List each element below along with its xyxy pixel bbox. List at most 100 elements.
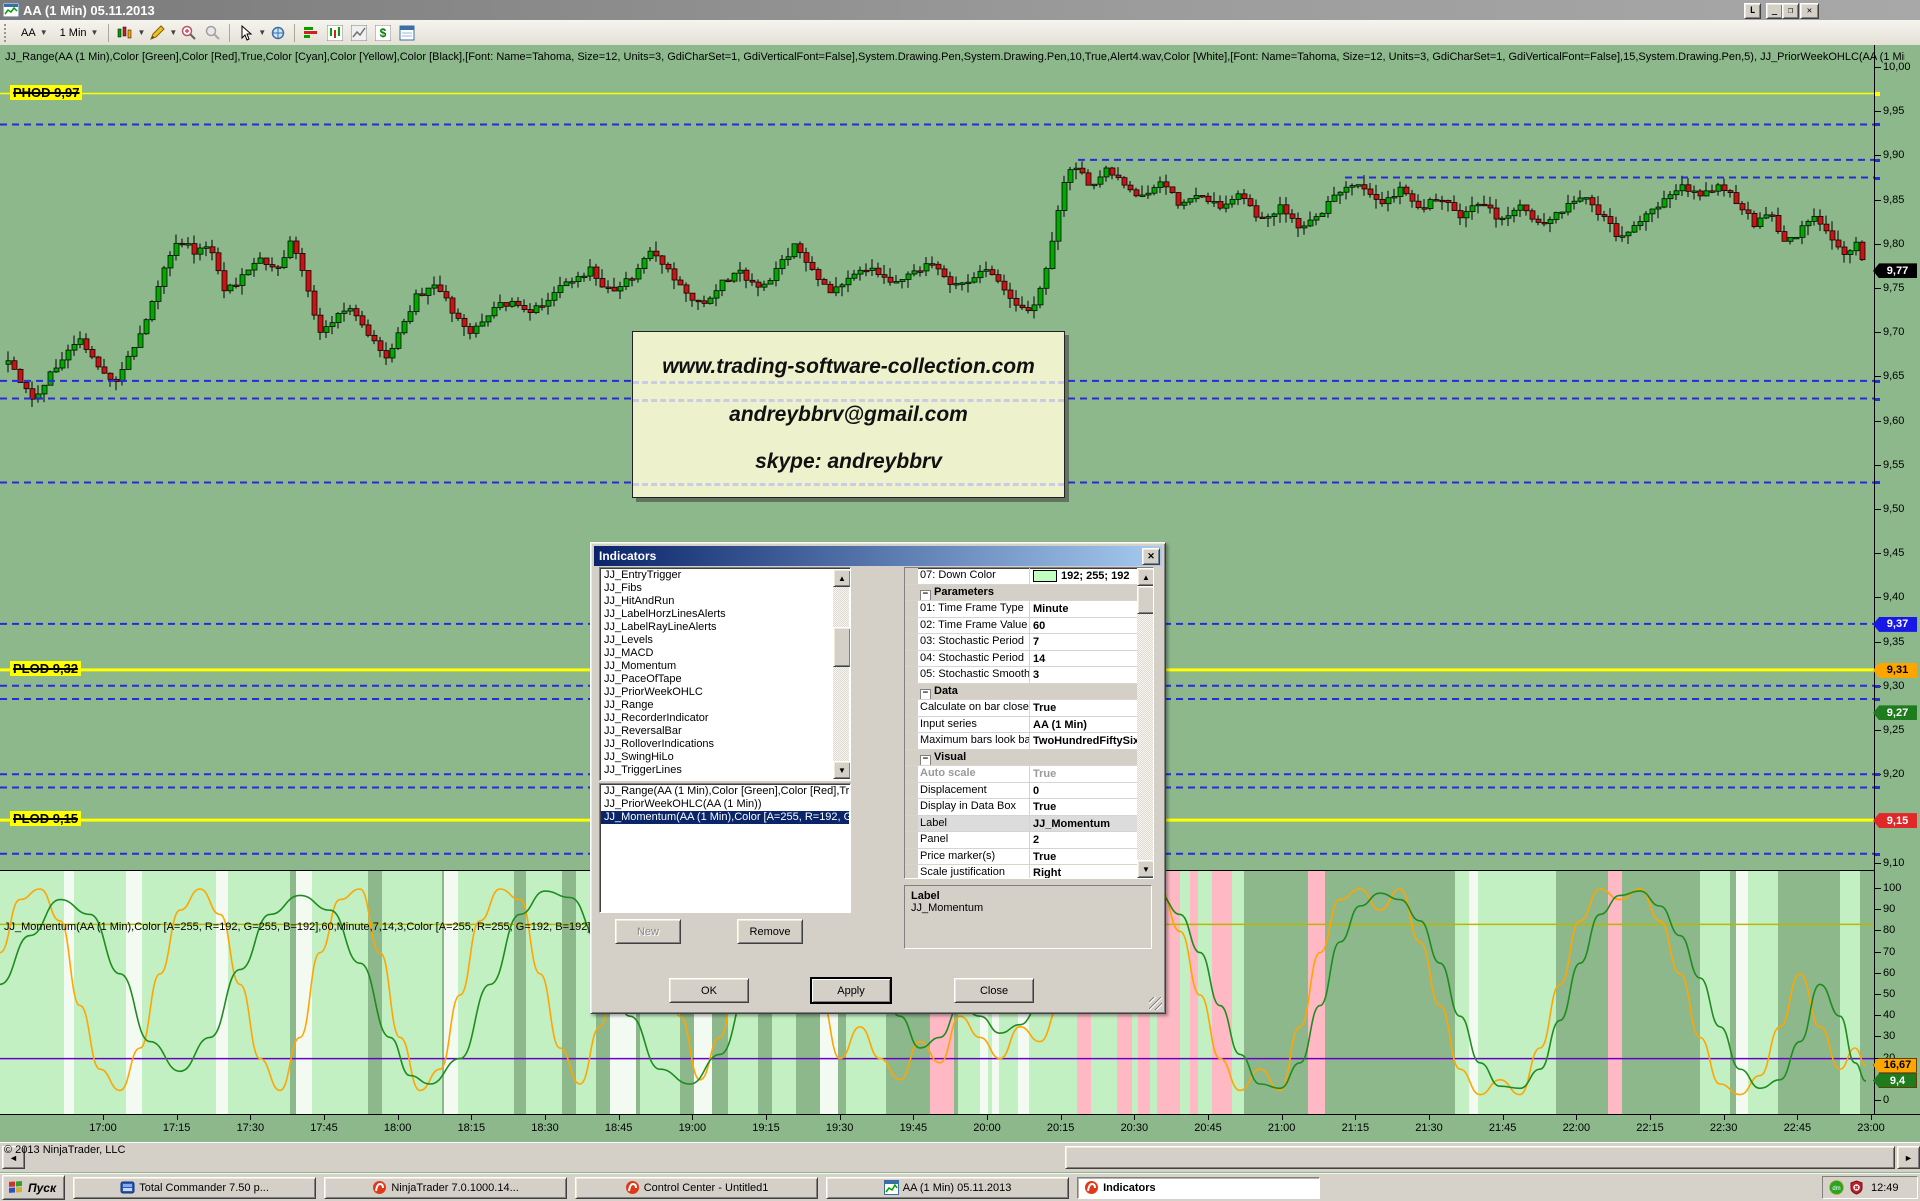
- time-tick-label: 19:30: [820, 1122, 860, 1134]
- scrollbar-thumb[interactable]: [1065, 1146, 1895, 1169]
- taskbar-task-control-center-untitled1[interactable]: Control Center - Untitled1: [575, 1177, 818, 1199]
- horizontal-scrollbar[interactable]: ◄ ►: [0, 1142, 1920, 1172]
- minimize-button[interactable]: _: [1766, 3, 1783, 19]
- ok-button[interactable]: OK: [669, 978, 749, 1003]
- indicator-list-item[interactable]: JJ_RecorderIndicator: [601, 712, 833, 725]
- indicator-list-item[interactable]: JJ_LabelHorzLinesAlerts: [601, 608, 833, 621]
- indicator-list-item[interactable]: JJ_Range: [601, 699, 833, 712]
- available-indicators-list[interactable]: JJ_EntryTriggerJJ_FibsJJ_HitAndRunJJ_Lab…: [599, 567, 851, 781]
- taskbar-task-aa-1-min-05-11-2013[interactable]: AA (1 Min) 05.11.2013: [826, 1177, 1069, 1199]
- indicator-property-grid[interactable]: 07: Down Color192; 255; 192−Parameters01…: [904, 567, 1154, 879]
- chart-style-button[interactable]: [115, 23, 135, 43]
- chevron-down-icon[interactable]: ▼: [137, 28, 145, 37]
- applied-indicator-item[interactable]: JJ_Range(AA (1 Min),Color [Green],Color …: [601, 785, 849, 798]
- indicator-list-item[interactable]: JJ_EntryTrigger: [601, 569, 833, 582]
- time-tick-label: 21:15: [1335, 1122, 1375, 1134]
- property-row[interactable]: LabelJJ_Momentum: [905, 816, 1153, 833]
- chart-panel-button[interactable]: [325, 23, 345, 43]
- indicator-list-item[interactable]: JJ_MACD: [601, 647, 833, 660]
- indicator-list-item[interactable]: JJ_Momentum: [601, 660, 833, 673]
- plod-label: PLOD 9,15: [10, 811, 81, 826]
- close-dialog-button[interactable]: Close: [954, 978, 1034, 1003]
- zoom-in-button[interactable]: [179, 23, 199, 43]
- collapse-icon[interactable]: −: [920, 590, 931, 601]
- property-row[interactable]: 04: Stochastic Period14: [905, 651, 1153, 668]
- dialog-titlebar[interactable]: Indicators ✕: [594, 546, 1162, 566]
- taskbar-task-total-commander-7-50-p[interactable]: Total Commander 7.50 p...: [73, 1177, 316, 1199]
- restore-button[interactable]: ❐: [1782, 3, 1799, 19]
- property-row[interactable]: 05: Stochastic Smooth3: [905, 667, 1153, 684]
- interval-dropdown[interactable]: 1 Min ▼: [54, 25, 105, 41]
- property-row[interactable]: Calculate on bar closeTrue: [905, 700, 1153, 717]
- toolbar-grip[interactable]: [4, 24, 11, 42]
- applied-indicator-item[interactable]: JJ_Momentum(AA (1 Min),Color [A=255, R=1…: [601, 811, 849, 824]
- link-button[interactable]: L: [1744, 3, 1761, 19]
- list-scrollbar[interactable]: ▲ ▼: [833, 569, 849, 779]
- property-row[interactable]: Maximum bars look backTwoHundredFiftySix: [905, 733, 1153, 750]
- cursor-tool-button[interactable]: [236, 23, 256, 43]
- indicator-list-item[interactable]: JJ_TriggerLines: [601, 764, 833, 777]
- scrollbar-thumb[interactable]: [1137, 586, 1154, 614]
- indicator-list-item[interactable]: JJ_HitAndRun: [601, 595, 833, 608]
- indicator-list-item[interactable]: JJ_PaceOfTape: [601, 673, 833, 686]
- remove-indicator-button[interactable]: Remove: [737, 919, 803, 944]
- indicator-list-item[interactable]: JJ_SwingHiLo: [601, 751, 833, 764]
- apply-button[interactable]: Apply: [811, 978, 891, 1003]
- property-row[interactable]: 01: Time Frame TypeMinute: [905, 601, 1153, 618]
- indicator-list-item[interactable]: JJ_Fibs: [601, 582, 833, 595]
- grid-scrollbar[interactable]: ▲ ▼: [1137, 568, 1153, 878]
- zoom-out-button[interactable]: [203, 23, 223, 43]
- property-row[interactable]: 02: Time Frame Value60: [905, 618, 1153, 635]
- property-row[interactable]: Scale justificationRight: [905, 865, 1153, 879]
- scroll-down-button[interactable]: ▼: [833, 761, 851, 779]
- scrollbar-thumb[interactable]: [833, 627, 851, 667]
- dm-tray-icon[interactable]: dm: [1829, 1180, 1844, 1195]
- property-category-row[interactable]: −Data: [905, 684, 1153, 701]
- indicator-list-item[interactable]: JJ_Levels: [601, 634, 833, 647]
- chevron-down-icon[interactable]: ▼: [169, 28, 177, 37]
- collapse-icon[interactable]: −: [920, 689, 931, 700]
- color-swatch[interactable]: [1033, 570, 1057, 582]
- security-shield-icon[interactable]: [1849, 1180, 1864, 1195]
- chevron-down-icon[interactable]: ▼: [258, 28, 266, 37]
- property-row[interactable]: Displacement0: [905, 783, 1153, 800]
- momentum-tick-label: 40: [1883, 1009, 1895, 1021]
- market-analyzer-button[interactable]: [301, 23, 321, 43]
- property-row[interactable]: 07: Down Color192; 255; 192: [905, 568, 1153, 585]
- indicator-list-item[interactable]: JJ_ReversalBar: [601, 725, 833, 738]
- time-axis[interactable]: 17:0017:1517:3017:4518:0018:1518:3018:45…: [0, 1114, 1920, 1143]
- property-row[interactable]: Input seriesAA (1 Min): [905, 717, 1153, 734]
- drawing-tools-button[interactable]: [147, 23, 167, 43]
- property-row[interactable]: 03: Stochastic Period7: [905, 634, 1153, 651]
- crosshair-button[interactable]: [268, 23, 288, 43]
- taskbar-task-indicators[interactable]: Indicators: [1077, 1177, 1320, 1199]
- close-button[interactable]: ✕: [1800, 3, 1819, 19]
- resize-grip[interactable]: [1149, 997, 1162, 1010]
- property-row[interactable]: Auto scaleTrue: [905, 766, 1153, 783]
- property-row[interactable]: Panel2: [905, 832, 1153, 849]
- scroll-up-button[interactable]: ▲: [1137, 568, 1154, 586]
- collapse-icon[interactable]: −: [920, 755, 931, 766]
- start-button[interactable]: Пуск: [2, 1175, 65, 1200]
- scroll-right-button[interactable]: ►: [1897, 1146, 1920, 1169]
- price-axis[interactable]: 10,009,959,909,859,809,759,709,659,609,5…: [1874, 45, 1920, 1114]
- tray-clock[interactable]: 12:49: [1871, 1182, 1899, 1194]
- line-chart-button[interactable]: [349, 23, 369, 43]
- indicator-list-item[interactable]: JJ_LabelRayLineAlerts: [601, 621, 833, 634]
- taskbar-task-ninjatrader-7-0-1000-14[interactable]: NinjaTrader 7.0.1000.14...: [324, 1177, 567, 1199]
- scroll-down-button[interactable]: ▼: [1137, 860, 1154, 878]
- indicator-list-item[interactable]: JJ_RolloverIndications: [601, 738, 833, 751]
- scroll-up-button[interactable]: ▲: [833, 569, 851, 587]
- dialog-close-button[interactable]: ✕: [1142, 548, 1160, 565]
- applied-indicator-item[interactable]: JJ_PriorWeekOHLC(AA (1 Min)): [601, 798, 849, 811]
- property-category-row[interactable]: −Parameters: [905, 585, 1153, 602]
- account-button[interactable]: $: [373, 23, 393, 43]
- property-row[interactable]: Display in Data BoxTrue: [905, 799, 1153, 816]
- property-row[interactable]: Price marker(s)True: [905, 849, 1153, 866]
- new-indicator-button[interactable]: New: [615, 919, 681, 944]
- applied-indicators-list[interactable]: JJ_Range(AA (1 Min),Color [Green],Color …: [599, 783, 851, 913]
- data-box-button[interactable]: [397, 23, 417, 43]
- instrument-dropdown[interactable]: AA ▼: [15, 25, 54, 41]
- indicator-list-item[interactable]: JJ_PriorWeekOHLC: [601, 686, 833, 699]
- property-category-row[interactable]: −Visual: [905, 750, 1153, 767]
